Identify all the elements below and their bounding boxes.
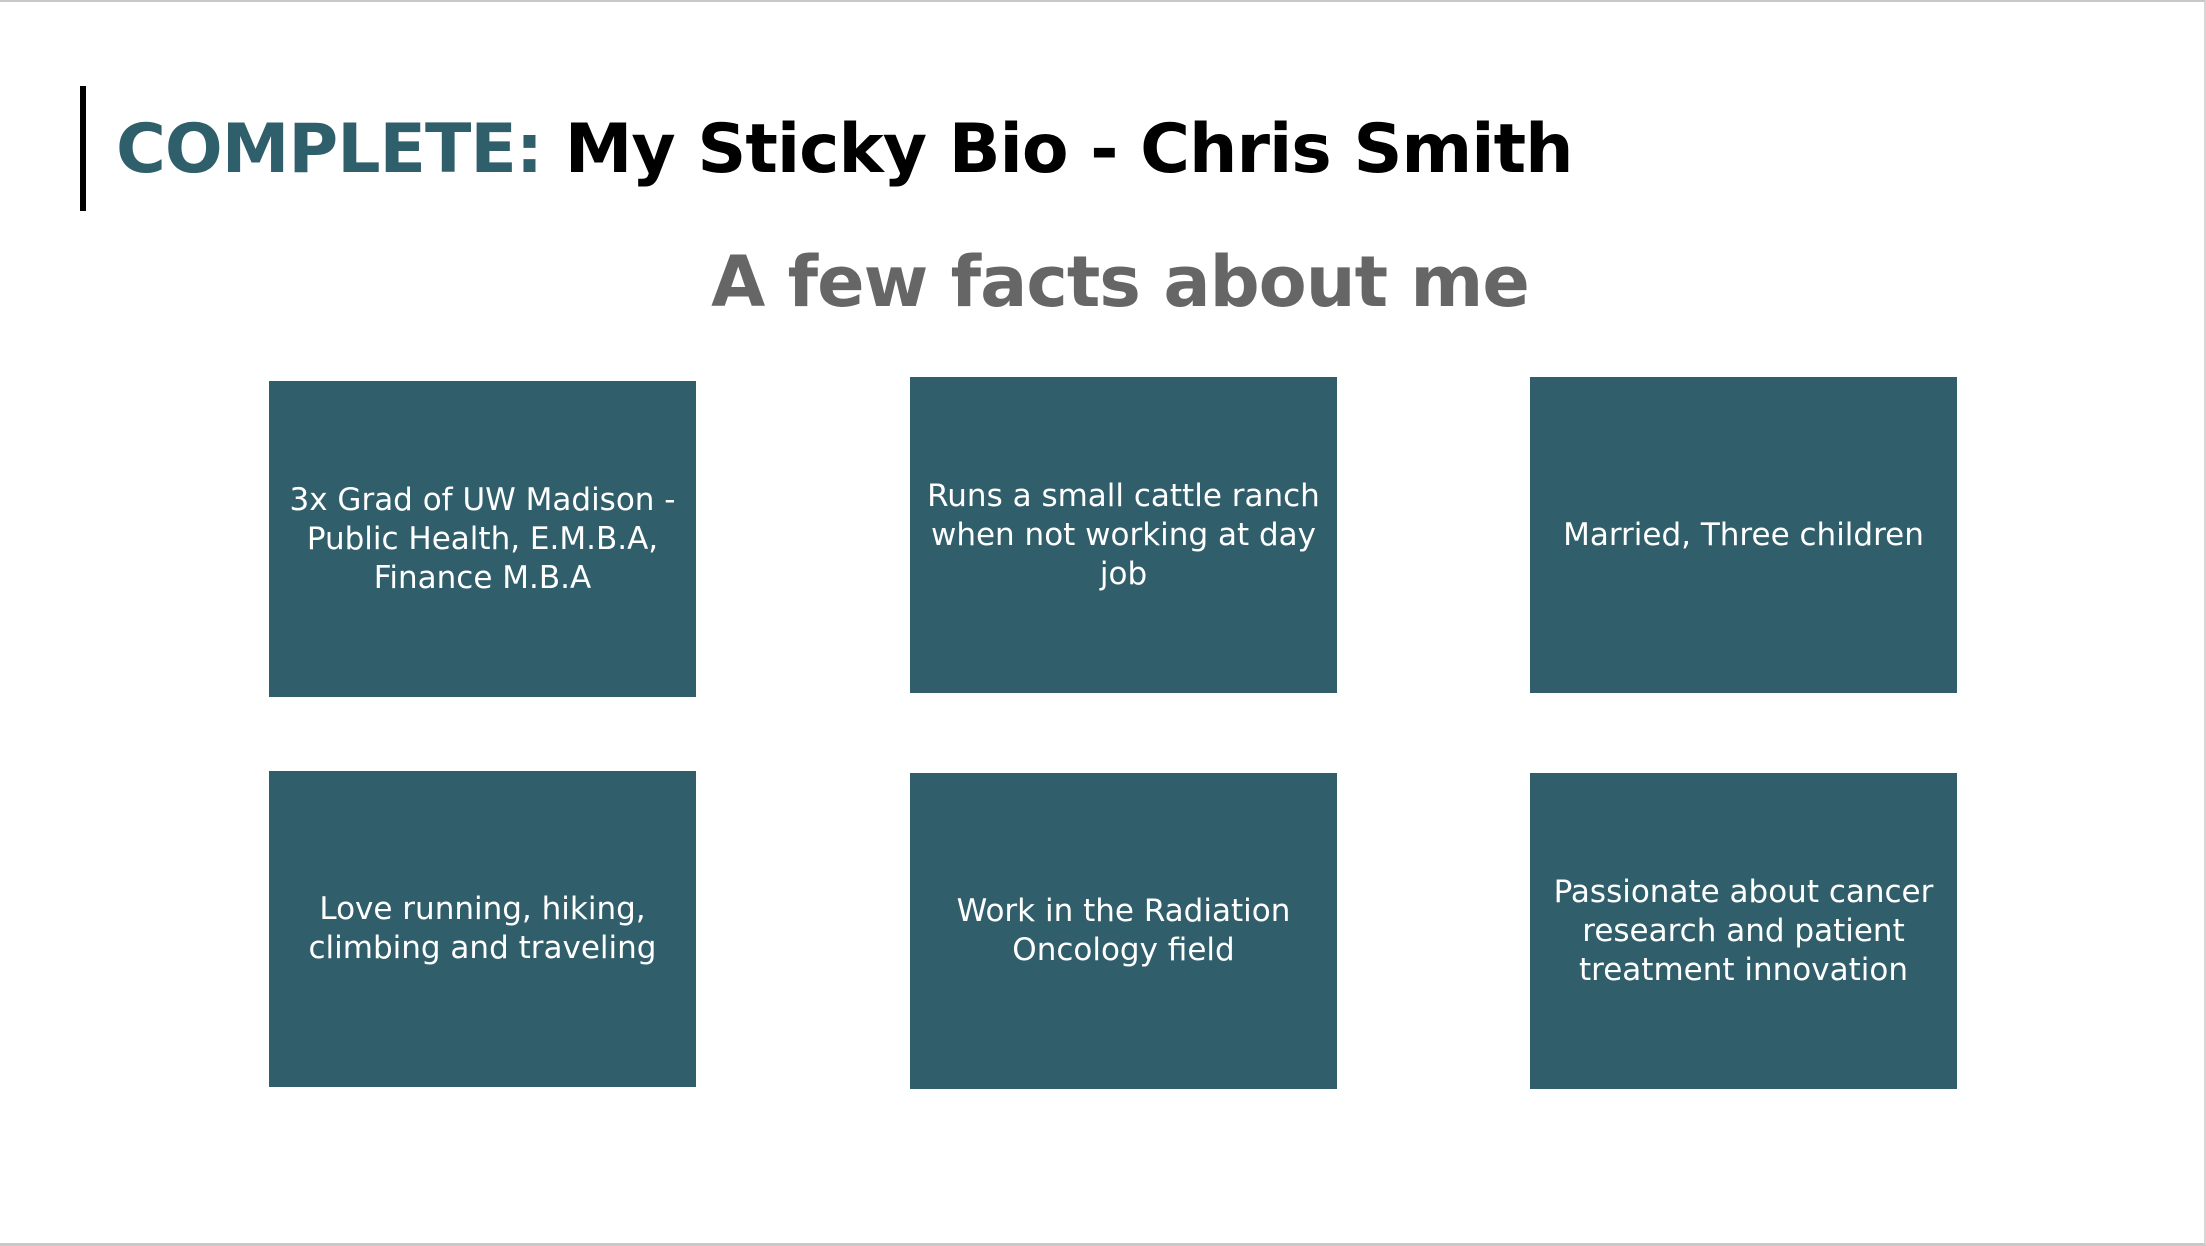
slide-subtitle: A few facts about me xyxy=(711,241,1530,323)
slide-title: COMPLETE: My Sticky Bio - Chris Smith xyxy=(116,102,1573,198)
title-prefix: COMPLETE: xyxy=(116,110,543,189)
fact-card-text: 3x Grad of UW Madison - Public Health, E… xyxy=(289,481,676,596)
fact-card-hobbies: Love running, hiking, climbing and trave… xyxy=(269,771,696,1087)
fact-card-education: 3x Grad of UW Madison - Public Health, E… xyxy=(269,381,696,697)
title-accent-bar xyxy=(80,86,86,211)
fact-card-text: Runs a small cattle ranch when not worki… xyxy=(927,477,1320,592)
fact-card-work: Work in the Radiation Oncology field xyxy=(910,773,1337,1089)
title-text: My Sticky Bio - Chris Smith xyxy=(564,110,1574,189)
fact-card-passion: Passionate about cancer research and pat… xyxy=(1530,773,1957,1089)
fact-card-text: Passionate about cancer research and pat… xyxy=(1553,873,1934,988)
fact-card-ranch: Runs a small cattle ranch when not worki… xyxy=(910,377,1337,693)
fact-card-text: Work in the Radiation Oncology field xyxy=(956,893,1291,968)
slide: COMPLETE: My Sticky Bio - Chris Smith A … xyxy=(0,0,2206,1246)
fact-card-text: Love running, hiking, climbing and trave… xyxy=(308,891,657,966)
fact-card-family: Married, Three children xyxy=(1530,377,1957,693)
fact-card-text: Married, Three children xyxy=(1563,516,1924,553)
